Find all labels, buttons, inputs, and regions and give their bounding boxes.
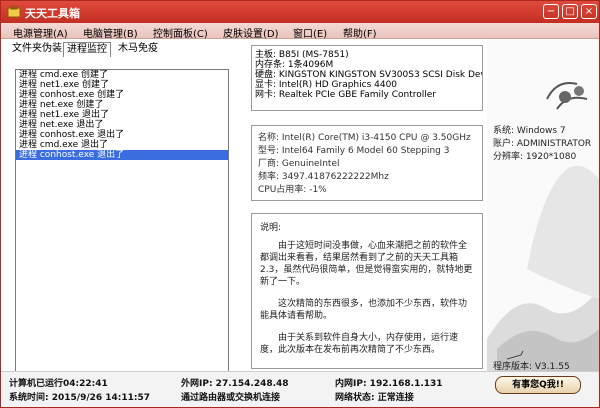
cpu-name: 名称: Intel(R) Core(TM) i3-4150 CPU @ 3.50… [258,133,471,143]
lan-ip-label: 内网IP: 192.168.1.131 [335,379,443,389]
process-log-list[interactable]: 进程 cmd.exe 创建了 进程 net1.exe 创建了 进程 conhos… [15,69,229,391]
menu-skin[interactable]: 皮肤设置(D) [223,25,279,40]
cpu-usage: CPU占用率: -1% [258,185,327,195]
nic-info: 网卡: Realtek PCIe GBE Family Controller [255,90,436,100]
tab-trojan-immunity[interactable]: 木马免疫 [115,42,161,57]
minimize-button[interactable]: − [543,4,559,19]
disk-info: 硬盘: KINGSTON KINGSTON SV300S3 SCSI Disk … [255,70,483,80]
list-item[interactable]: 进程 cmd.exe 创建了 [16,70,228,80]
description-title: 说明: [260,223,282,233]
menu-power[interactable]: 电源管理(A) [13,25,68,40]
description-paragraph: 这次精简的东西很多，也添加不少东西，软件功能具体请看帮助。 [260,299,468,321]
os-label: 系统: Windows 7 [493,126,566,136]
feedback-button[interactable]: 有事您Q我!! [495,376,581,394]
menu-computer[interactable]: 电脑管理(B) [83,25,138,40]
menu-help[interactable]: 帮助(F) [343,25,377,40]
uptime-label: 计算机已运行04:22:41 [9,379,108,389]
cpu-vendor: 厂商: GenuineIntel [258,159,340,169]
description-box: 说明: 由于这短时间没事做，心血来潮把之前的软件全都调出来看看，结果居然看到了之… [251,213,483,369]
menu-control-panel[interactable]: 控制面板(C) [153,25,208,40]
app-icon [7,5,21,18]
gpu-info: 显卡: Intel(R) HD Graphics 4400 [255,80,398,90]
description-paragraph: 由于这短时间没事做，心血来潮把之前的软件全都调出来看看，结果居然看到了之前的天天… [260,241,473,287]
list-item[interactable]: 进程 conhost.exe 退出了 [16,130,228,140]
board-info: 主板: B85I (MS-7851) [255,50,349,60]
ink-painting-icon [487,82,599,371]
resolution-label: 分辨率: 1920*1080 [493,152,577,162]
memory-info: 内存条: 1条4096M [255,60,334,70]
cpu-frequency: 频率: 3497.41876222222Mhz [258,172,389,182]
left-panel: 文件夹伪装 进程监控 木马免疫 进程 cmd.exe 创建了 进程 net1.e… [1,39,243,391]
maximize-button[interactable]: □ [562,4,578,19]
account-label: 账户: ADMINISTRATOR [493,139,592,149]
tab-process-monitor[interactable]: 进程监控 [63,42,111,57]
feedback-label: 有事您Q我!! [512,380,564,390]
list-item[interactable]: 进程 net.exe 创建了 [16,100,228,110]
close-button[interactable]: × [581,4,597,19]
list-item[interactable]: 进程 conhost.exe 创建了 [16,90,228,100]
title-bar[interactable]: 天天工具箱 − □ × [1,1,599,23]
list-item[interactable]: 进程 net1.exe 退出了 [16,110,228,120]
cpu-info-box: 名称: Intel(R) Core(TM) i3-4150 CPU @ 3.50… [251,125,483,201]
list-item[interactable]: 进程 cmd.exe 退出了 [16,140,228,150]
system-time-label: 系统时间: 2015/9/26 14:11:57 [9,393,151,403]
description-paragraph: 由于关系到软件自身大小，内存使用，运行速度，此次版本在发布前再次精简了不少东西。 [260,333,459,355]
status-bar: 计算机已运行04:22:41 系统时间: 2015/9/26 14:11:57 … [1,371,599,407]
network-status-label: 网络状态: 正常连接 [335,393,414,403]
menu-window[interactable]: 窗口(E) [293,25,327,40]
connection-label: 通过路由器或交换机连接 [181,393,281,403]
menu-bar: 电源管理(A) 电脑管理(B) 控制面板(C) 皮肤设置(D) 窗口(E) 帮助… [1,23,599,40]
tab-folder-disguise[interactable]: 文件夹伪装 [9,42,65,57]
list-item[interactable]: 进程 net.exe 退出了 [16,120,228,130]
version-label: 程序版本: V3.1.55 [493,362,570,371]
list-item[interactable]: 进程 conhost.exe 退出了 [16,150,228,160]
system-info-panel: 系统: Windows 7 账户: ADMINISTRATOR 分辨率: 192… [487,39,599,371]
app-window: 天天工具箱 − □ × 电源管理(A) 电脑管理(B) 控制面板(C) 皮肤设置… [0,0,600,408]
wan-ip-label: 外网IP: 27.154.248.48 [181,379,289,389]
cpu-model: 型号: Intel64 Family 6 Model 60 Stepping 3 [258,146,450,156]
list-item[interactable]: 进程 net1.exe 创建了 [16,80,228,90]
hardware-info-box: 主板: B85I (MS-7851) 内存条: 1条4096M 硬盘: KING… [251,45,483,111]
window-title: 天天工具箱 [25,7,80,20]
